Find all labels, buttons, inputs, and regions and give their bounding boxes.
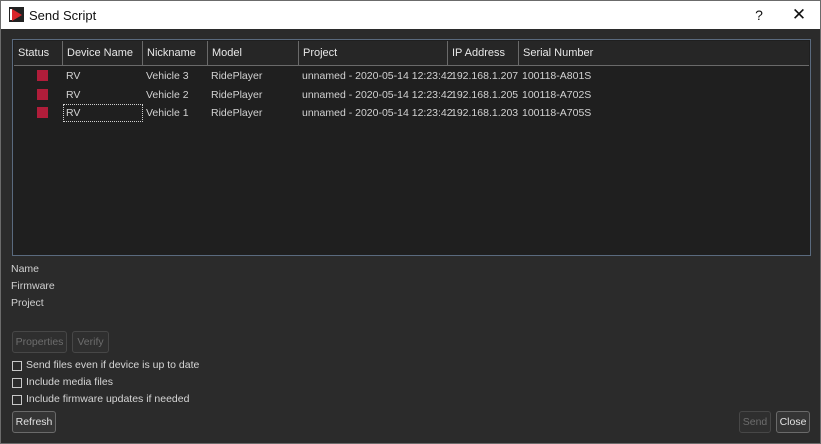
window-title: Send Script — [29, 8, 97, 23]
device-name-label: Name — [11, 263, 40, 275]
cell-project: unnamed - 2020-05-14 12:23:42 — [302, 89, 453, 101]
cell-model: RidePlayer — [211, 70, 263, 82]
device-table[interactable]: Status Device Name Nickname Model Projec… — [12, 39, 811, 256]
cell-ip-address: 192.168.1.205 — [451, 89, 519, 101]
column-header-device-name[interactable]: Device Name — [63, 41, 143, 65]
cell-nickname: Vehicle 2 — [146, 89, 189, 101]
cell-device-name: RV — [63, 104, 143, 122]
cell-ip-address: 192.168.1.203 — [451, 107, 519, 119]
cell-nickname: Vehicle 3 — [146, 70, 189, 82]
status-indicator — [37, 89, 48, 100]
send-files-label: Send files even if device is up to date — [26, 359, 200, 371]
help-button[interactable]: ? — [749, 5, 769, 25]
cell-model: RidePlayer — [211, 107, 263, 119]
title-bar: Send Script ? ✕ — [1, 1, 820, 29]
status-indicator — [37, 107, 48, 118]
cell-serial-number: 100118-A705S — [522, 107, 592, 119]
cell-nickname: Vehicle 1 — [146, 107, 189, 119]
cell-model: RidePlayer — [211, 89, 263, 101]
status-indicator — [37, 70, 48, 81]
column-header-status[interactable]: Status — [14, 41, 63, 65]
column-header-project[interactable]: Project — [299, 41, 448, 65]
table-header: Status Device Name Nickname Model Projec… — [14, 41, 809, 66]
cell-project: unnamed - 2020-05-14 12:23:42 — [302, 70, 453, 82]
cell-serial-number: 100118-A702S — [522, 89, 592, 101]
include-media-label: Include media files — [26, 376, 113, 388]
include-firmware-checkbox[interactable] — [12, 395, 22, 405]
column-header-model[interactable]: Model — [208, 41, 299, 65]
cell-device-name: RV — [66, 70, 81, 82]
cell-ip-address: 192.168.1.207 — [451, 70, 519, 82]
column-header-ip-address[interactable]: IP Address — [448, 41, 519, 65]
include-firmware-label: Include firmware updates if needed — [26, 393, 190, 405]
send-button[interactable]: Send — [739, 411, 771, 433]
project-label: Project — [11, 297, 44, 309]
firmware-label: Firmware — [11, 280, 55, 292]
table-row[interactable]: RV Vehicle 2 RidePlayer unnamed - 2020-0… — [14, 86, 809, 104]
include-media-checkbox[interactable] — [12, 378, 22, 388]
close-window-icon[interactable]: ✕ — [787, 5, 811, 25]
close-button[interactable]: Close — [776, 411, 810, 433]
refresh-button[interactable]: Refresh — [12, 411, 56, 433]
column-header-nickname[interactable]: Nickname — [143, 41, 208, 65]
properties-button[interactable]: Properties — [12, 331, 67, 353]
cell-serial-number: 100118-A801S — [522, 70, 592, 82]
send-files-checkbox[interactable] — [12, 361, 22, 371]
table-row[interactable]: RV Vehicle 3 RidePlayer unnamed - 2020-0… — [14, 67, 809, 85]
app-icon — [9, 7, 24, 22]
column-header-serial-number[interactable]: Serial Number — [519, 41, 809, 65]
verify-button[interactable]: Verify — [72, 331, 109, 353]
cell-project: unnamed - 2020-05-14 12:23:42 — [302, 107, 453, 119]
send-script-dialog: Send Script ? ✕ Status Device Name Nickn… — [0, 0, 821, 444]
cell-device-name: RV — [66, 89, 81, 101]
table-row[interactable]: RV Vehicle 1 RidePlayer unnamed - 2020-0… — [14, 104, 809, 122]
